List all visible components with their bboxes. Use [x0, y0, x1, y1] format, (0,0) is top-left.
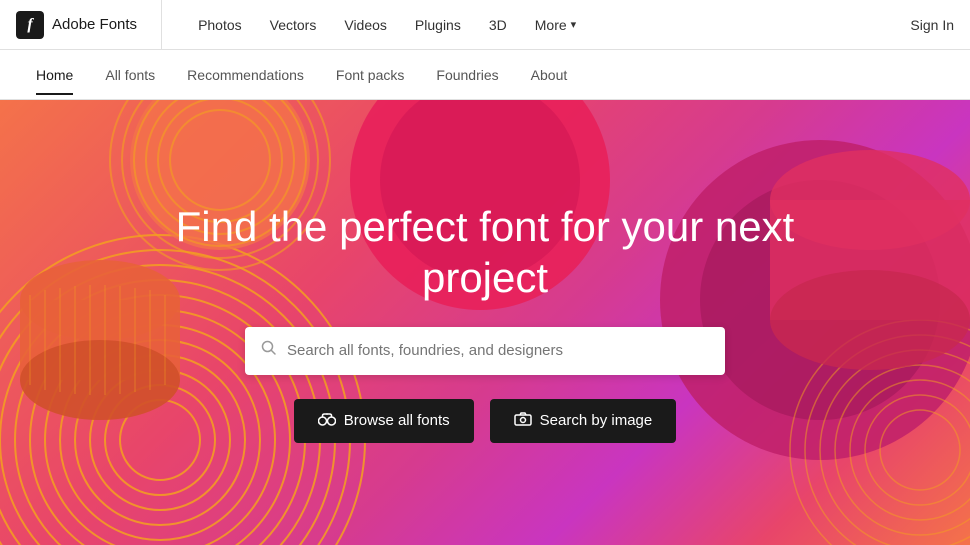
search-icon [261, 340, 277, 361]
subnav-font-packs[interactable]: Font packs [324, 57, 416, 93]
brand-name: Adobe Fonts [52, 16, 137, 33]
binoculars-icon [318, 412, 336, 430]
hero-title: Find the perfect font for your next proj… [175, 202, 795, 303]
search-by-image-button[interactable]: Search by image [490, 399, 677, 443]
top-navigation: f Adobe Fonts Photos Vectors Videos Plug… [0, 0, 970, 50]
subnav-home[interactable]: Home [24, 57, 85, 93]
hero-content: Find the perfect font for your next proj… [155, 202, 815, 443]
hero-section: Find the perfect font for your next proj… [0, 100, 970, 545]
nav-videos[interactable]: Videos [332, 9, 399, 41]
nav-vectors[interactable]: Vectors [258, 9, 329, 41]
sign-in-link[interactable]: Sign In [910, 17, 954, 33]
subnav-about[interactable]: About [519, 57, 580, 93]
subnav-all-fonts[interactable]: All fonts [93, 57, 167, 93]
adobe-fonts-icon: f [16, 11, 44, 39]
search-by-image-label: Search by image [540, 412, 653, 429]
nav-more[interactable]: More ▾ [523, 9, 588, 41]
brand-logo[interactable]: f Adobe Fonts [16, 0, 162, 49]
nav-plugins[interactable]: Plugins [403, 9, 473, 41]
camera-icon [514, 412, 532, 430]
nav-photos[interactable]: Photos [186, 9, 254, 41]
chevron-down-icon: ▾ [571, 18, 577, 31]
browse-all-fonts-button[interactable]: Browse all fonts [294, 399, 474, 443]
subnav-recommendations[interactable]: Recommendations [175, 57, 316, 93]
sub-navigation: Home All fonts Recommendations Font pack… [0, 50, 970, 100]
search-input[interactable] [287, 342, 709, 359]
nav-3d[interactable]: 3D [477, 9, 519, 41]
hero-buttons: Browse all fonts Search by image [294, 399, 676, 443]
subnav-foundries[interactable]: Foundries [424, 57, 510, 93]
search-bar[interactable] [245, 327, 725, 375]
top-nav-links: Photos Vectors Videos Plugins 3D More ▾ [186, 9, 910, 41]
browse-all-fonts-label: Browse all fonts [344, 412, 450, 429]
